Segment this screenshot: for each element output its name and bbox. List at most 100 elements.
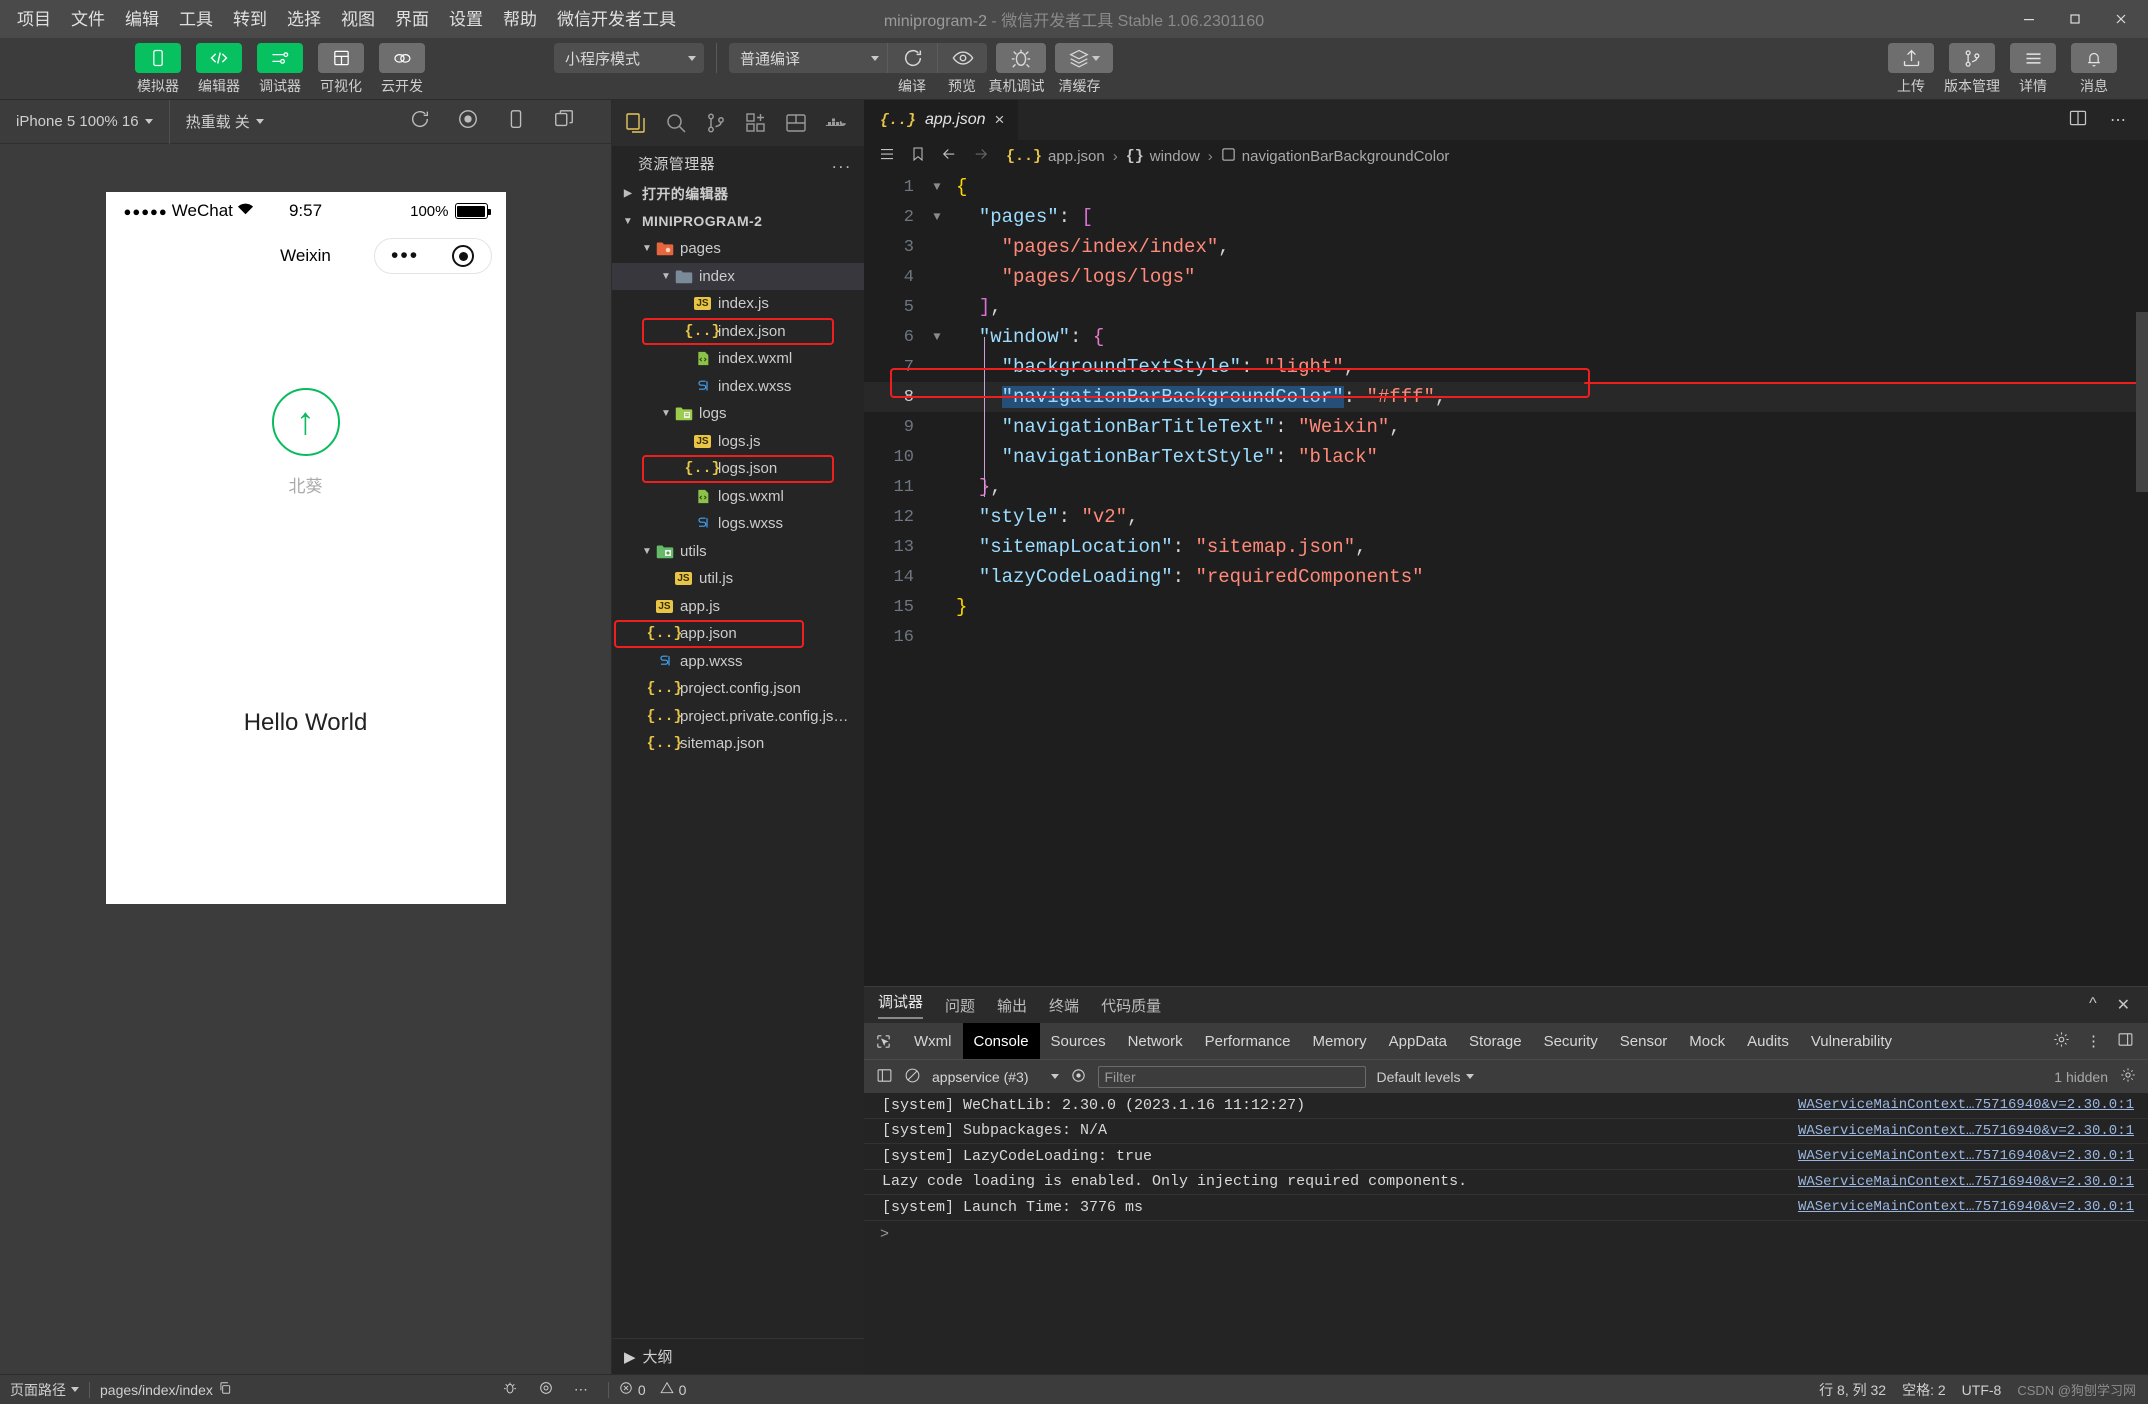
docker-icon[interactable] — [816, 101, 856, 145]
chevron-up-icon[interactable]: ^ — [2089, 995, 2097, 1015]
code-editor[interactable]: 1 ▼{2 ▼ "pages": [3 "pages/index/index", 4 … — [864, 172, 2148, 986]
preview-button[interactable] — [937, 43, 987, 73]
compile-select[interactable]: 普通编译 — [729, 43, 887, 73]
console-message-source[interactable]: WAServiceMainContext…75716940&v=2.30.0:1 — [1798, 1148, 2134, 1164]
console-message-source[interactable]: WAServiceMainContext…75716940&v=2.30.0:1 — [1798, 1174, 2134, 1190]
phone-outline-icon[interactable] — [505, 108, 527, 135]
code-line-12[interactable]: 12 "style": "v2", — [864, 502, 2148, 532]
explorer-more-icon[interactable]: ... — [832, 153, 852, 173]
devtools-tab-memory[interactable]: Memory — [1301, 1023, 1377, 1059]
search-icon[interactable] — [656, 101, 696, 145]
code-line-3[interactable]: 3 "pages/index/index", — [864, 232, 2148, 262]
eye-icon[interactable] — [538, 1380, 554, 1399]
menu-item-5[interactable]: 选择 — [278, 7, 330, 32]
tree-file-index.js[interactable]: JS index.js — [612, 290, 864, 318]
fold-chevron-icon[interactable]: ▼ — [926, 210, 948, 224]
tree-file-app.js[interactable]: JS app.js — [612, 593, 864, 621]
console-eye-icon[interactable] — [1070, 1067, 1087, 1087]
devtools-panel-tab-1[interactable]: 问题 — [945, 995, 975, 1016]
status-more-icon[interactable]: ⋯ — [574, 1381, 588, 1398]
close-button[interactable] — [2098, 0, 2144, 38]
problems-group[interactable]: 0 0 — [609, 1375, 697, 1404]
close-icon[interactable]: ✕ — [2117, 995, 2130, 1015]
console-filter-input[interactable]: Filter — [1097, 1065, 1366, 1088]
devtools-panel-tab-2[interactable]: 输出 — [997, 995, 1027, 1016]
tree-file-logs.json[interactable]: {..} logs.json — [612, 455, 864, 483]
devtools-panel-tab-4[interactable]: 代码质量 — [1101, 995, 1161, 1016]
menu-item-2[interactable]: 编辑 — [116, 7, 168, 32]
tab-app-json[interactable]: {..} app.json × — [864, 100, 1019, 140]
split-editor-icon[interactable] — [2068, 108, 2088, 133]
bookmark-icon[interactable] — [910, 145, 926, 167]
devtools-tab-security[interactable]: Security — [1533, 1023, 1609, 1059]
copy-icon[interactable] — [218, 1381, 232, 1398]
clear-cache-button[interactable] — [1055, 43, 1113, 73]
tree-file-sitemap.json[interactable]: {..} sitemap.json — [612, 730, 864, 758]
tree-folder-logs[interactable]: ▼ logs — [612, 400, 864, 428]
devtools-panel-tab-3[interactable]: 终端 — [1049, 995, 1079, 1016]
layout-panel-icon[interactable] — [776, 101, 816, 145]
indent-setting[interactable]: 空格: 2 — [1902, 1380, 1946, 1400]
breadcrumb-item-window[interactable]: window — [1150, 148, 1200, 165]
code-line-13[interactable]: 13 "sitemapLocation": "sitemap.json", — [864, 532, 2148, 562]
toolbar-left-button-0[interactable]: 模拟器 — [132, 43, 184, 96]
toolbar-left-button-2[interactable]: 调试器 — [254, 43, 306, 96]
open-editors-section[interactable]: ▶ 打开的编辑器 — [612, 180, 864, 208]
code-line-5[interactable]: 5 ], — [864, 292, 2148, 322]
console-message-source[interactable]: WAServiceMainContext…75716940&v=2.30.0:1 — [1798, 1123, 2134, 1139]
toolbar-left-button-4[interactable]: 云开发 — [376, 43, 428, 96]
cursor-position[interactable]: 行 8, 列 32 — [1819, 1380, 1886, 1400]
menu-item-10[interactable]: 微信开发者工具 — [548, 7, 685, 32]
devtools-tab-network[interactable]: Network — [1117, 1023, 1194, 1059]
tree-file-util.js[interactable]: JS util.js — [612, 565, 864, 593]
outline-section[interactable]: ▶ 大纲 — [612, 1338, 864, 1374]
tree-file-index.wxss[interactable]: index.wxss — [612, 373, 864, 401]
code-line-7[interactable]: 7 "backgroundTextStyle": "light", — [864, 352, 2148, 382]
console-message-source[interactable]: WAServiceMainContext…75716940&v=2.30.0:1 — [1798, 1199, 2134, 1215]
menu-item-9[interactable]: 帮助 — [494, 7, 546, 32]
console-message-source[interactable]: WAServiceMainContext…75716940&v=2.30.0:1 — [1798, 1097, 2134, 1113]
tree-file-app.wxss[interactable]: app.wxss — [612, 648, 864, 676]
tree-file-project.config.json[interactable]: {..} project.config.json — [612, 675, 864, 703]
dock-side-icon[interactable] — [2117, 1031, 2134, 1052]
devtools-tab-sensor[interactable]: Sensor — [1609, 1023, 1679, 1059]
devtools-tab-sources[interactable]: Sources — [1040, 1023, 1117, 1059]
code-line-10[interactable]: 10 "navigationBarTextStyle": "black" — [864, 442, 2148, 472]
compile-button[interactable] — [887, 43, 937, 73]
files-icon[interactable] — [616, 101, 656, 145]
code-line-16[interactable]: 16 — [864, 622, 2148, 652]
menu-item-7[interactable]: 界面 — [386, 7, 438, 32]
editor-scrollbar[interactable] — [2136, 312, 2148, 492]
code-line-6[interactable]: 6 ▼ "window": { — [864, 322, 2148, 352]
devtools-more-icon[interactable]: ⋮ — [2086, 1032, 2101, 1050]
close-icon[interactable]: × — [995, 110, 1005, 130]
tree-folder-index[interactable]: ▼ index — [612, 262, 864, 290]
breadcrumb-item-file[interactable]: app.json — [1048, 148, 1105, 165]
tree-folder-pages[interactable]: ▼ pages — [612, 235, 864, 263]
code-line-2[interactable]: 2 ▼ "pages": [ — [864, 202, 2148, 232]
fold-chevron-icon[interactable]: ▼ — [926, 330, 948, 344]
capsule-buttons[interactable]: ••• — [373, 238, 492, 274]
device-select[interactable]: iPhone 5 100% 16 — [0, 100, 169, 144]
tree-folder-utils[interactable]: ▼ utils — [612, 538, 864, 566]
more-dots-icon[interactable]: ••• — [391, 245, 419, 265]
inspect-element-icon[interactable] — [864, 1023, 903, 1059]
devtools-tab-audits[interactable]: Audits — [1736, 1023, 1800, 1059]
hotreload-select[interactable]: 热重载 关 — [170, 100, 280, 144]
tree-file-app.json[interactable]: {..} app.json — [612, 620, 864, 648]
code-line-15[interactable]: 15} — [864, 592, 2148, 622]
extensions-icon[interactable] — [736, 101, 776, 145]
close-target-icon[interactable] — [452, 245, 475, 267]
devtools-tab-vulnerability[interactable]: Vulnerability — [1800, 1023, 1903, 1059]
toolbar-left-button-3[interactable]: 可视化 — [315, 43, 367, 96]
source-control-icon[interactable] — [696, 101, 736, 145]
back-icon[interactable] — [940, 145, 958, 167]
devtools-tab-wxml[interactable]: Wxml — [903, 1023, 963, 1059]
menu-item-3[interactable]: 工具 — [170, 7, 222, 32]
devtools-panel-tab-0[interactable]: 调试器 — [878, 991, 924, 1019]
maximize-button[interactable] — [2052, 0, 2098, 38]
tree-file-logs.wxss[interactable]: logs.wxss — [612, 510, 864, 538]
code-line-9[interactable]: 9 "navigationBarTitleText": "Weixin", — [864, 412, 2148, 442]
clear-console-icon[interactable] — [904, 1067, 921, 1087]
devtools-tab-performance[interactable]: Performance — [1194, 1023, 1302, 1059]
